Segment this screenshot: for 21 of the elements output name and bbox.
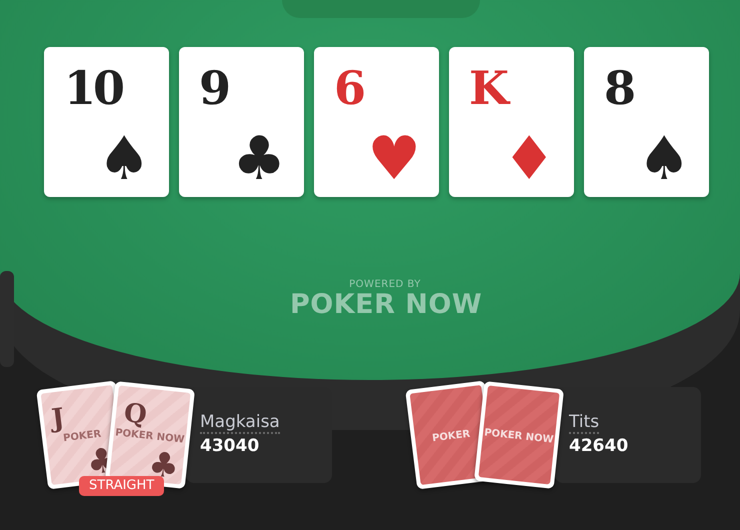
suit-icon: ♠ xyxy=(637,129,691,189)
suit-icon: ♠ xyxy=(97,129,151,189)
card-watermark: POKER NOW xyxy=(114,427,186,448)
suit-icon: ♦ xyxy=(502,129,556,189)
card-rank: 10 xyxy=(64,65,122,111)
card-rank: K xyxy=(469,65,506,111)
suit-icon: ♥ xyxy=(367,129,421,189)
player-name: Tits xyxy=(569,413,600,434)
card-rank: 9 xyxy=(199,65,228,111)
card-watermark: POKER xyxy=(430,428,472,446)
logo-tagline: POWERED BY xyxy=(348,280,422,290)
card-rank: Q xyxy=(122,400,148,428)
chip-stack: 42640 xyxy=(569,437,628,456)
card-rank: 8 xyxy=(604,65,634,111)
chip-stack: 43040 xyxy=(200,437,260,456)
card-watermark: POKER NOW xyxy=(482,426,555,448)
suit-icon: ♣ xyxy=(232,129,286,189)
logo-text: POKER NOW xyxy=(290,290,480,320)
player-name: Magkaisa xyxy=(200,413,280,434)
hand-label: STRAIGHT xyxy=(79,476,164,496)
card-rank: 6 xyxy=(334,65,364,111)
